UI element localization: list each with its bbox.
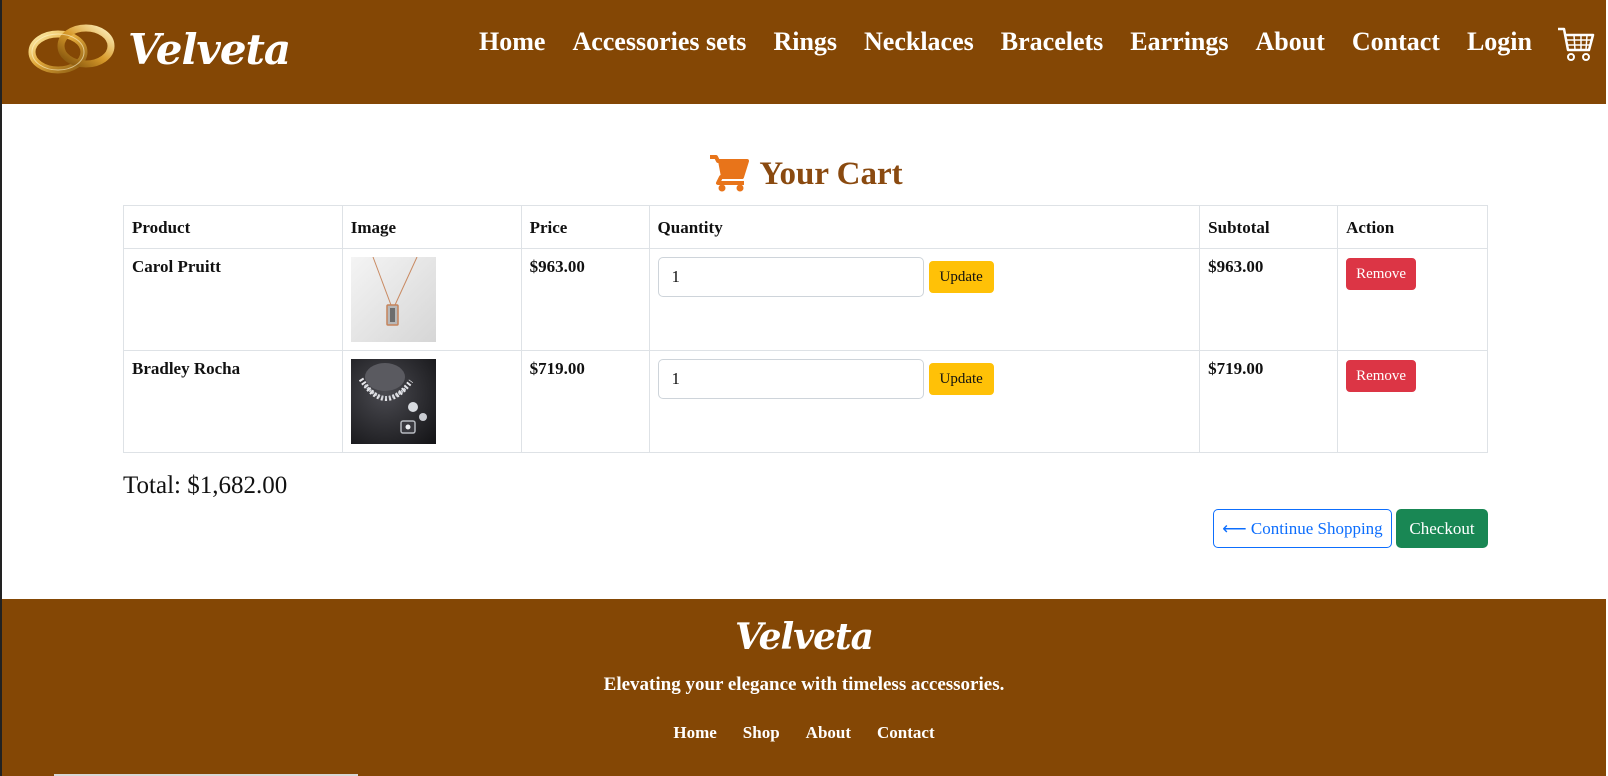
quantity-input[interactable] [657,359,924,399]
page-title-text: Your Cart [759,156,903,192]
product-name: Carol Pruitt [123,248,343,351]
page-title: Your Cart [2,152,1608,196]
table-header-row: Product Image Price Quantity Subtotal Ac… [123,205,1488,249]
product-image-jewelry-set [350,359,436,444]
footer-link-home[interactable]: Home [673,723,716,743]
nav-necklaces[interactable]: Necklaces [864,22,974,62]
product-image-pendant-necklace [350,257,436,342]
quantity-cell: Update [648,350,1201,453]
nav-bracelets[interactable]: Bracelets [1001,22,1104,62]
main-nav: Home Accessories sets Rings Necklaces Br… [452,22,1532,62]
action-cell: Remove [1337,248,1488,351]
footer-nav: Home Shop About Contact [2,723,1606,743]
brand-logo-text[interactable]: Velveta [128,20,291,80]
table-row: Carol Pruitt $963.00 1 Update $963.00 Re… [123,248,1488,351]
remove-button[interactable]: Remove [1346,360,1417,392]
shopping-cart-icon[interactable] [1556,24,1596,64]
action-cell: Remove [1337,350,1488,453]
footer-link-contact[interactable]: Contact [877,723,935,743]
cart-total: Total: $1,682.00 [123,472,288,499]
page: Velveta Home Accessories sets Rings Neck… [0,0,1608,776]
product-price: $719.00 [520,350,650,453]
nav-earrings[interactable]: Earrings [1130,22,1228,62]
footer-tagline: Elevating your elegance with timeless ac… [603,674,1005,695]
column-header: Price [520,205,650,249]
cart-table: Product Image Price Quantity Subtotal Ac… [123,205,1488,453]
shopping-cart-icon [710,155,750,192]
column-header: Image [341,205,522,249]
nav-login[interactable]: Login [1467,22,1532,62]
continue-shopping-button[interactable]: ⟵ Continue Shopping [1213,509,1392,548]
product-image-cell [341,248,522,351]
table-row: Bradley Rocha $719.00 1 Update $719.00 R… [123,350,1488,453]
product-price: $963.00 [520,248,650,351]
nav-contact[interactable]: Contact [1352,22,1440,62]
footer-link-about[interactable]: About [806,723,851,743]
update-button[interactable]: Update [928,261,994,293]
product-subtotal: $963.00 [1199,248,1339,351]
site-footer: Velveta Elevating your elegance with tim… [2,599,1606,776]
footer-brand: Velveta [735,616,874,658]
footer-link-shop[interactable]: Shop [743,723,780,743]
product-image-cell [341,350,522,453]
column-header: Product [123,205,343,249]
nav-rings[interactable]: Rings [773,22,837,62]
nav-accessories-sets[interactable]: Accessories sets [572,22,746,62]
column-header: Subtotal [1199,205,1339,249]
nav-home[interactable]: Home [479,22,545,62]
nav-about[interactable]: About [1256,22,1325,62]
update-button[interactable]: Update [928,363,994,395]
checkout-button[interactable]: Checkout [1396,509,1488,548]
site-header: Velveta Home Accessories sets Rings Neck… [2,0,1606,104]
product-name: Bradley Rocha [123,350,343,453]
quantity-input[interactable] [657,257,924,297]
product-subtotal: $719.00 [1199,350,1339,453]
quantity-form: Update [657,359,1192,399]
wedding-rings-logo-icon[interactable] [28,20,116,76]
remove-button[interactable]: Remove [1346,258,1417,290]
column-header: Quantity [648,205,1201,249]
quantity-cell: Update [648,248,1201,351]
column-header: Action [1337,205,1488,249]
quantity-form: Update [657,257,1192,297]
